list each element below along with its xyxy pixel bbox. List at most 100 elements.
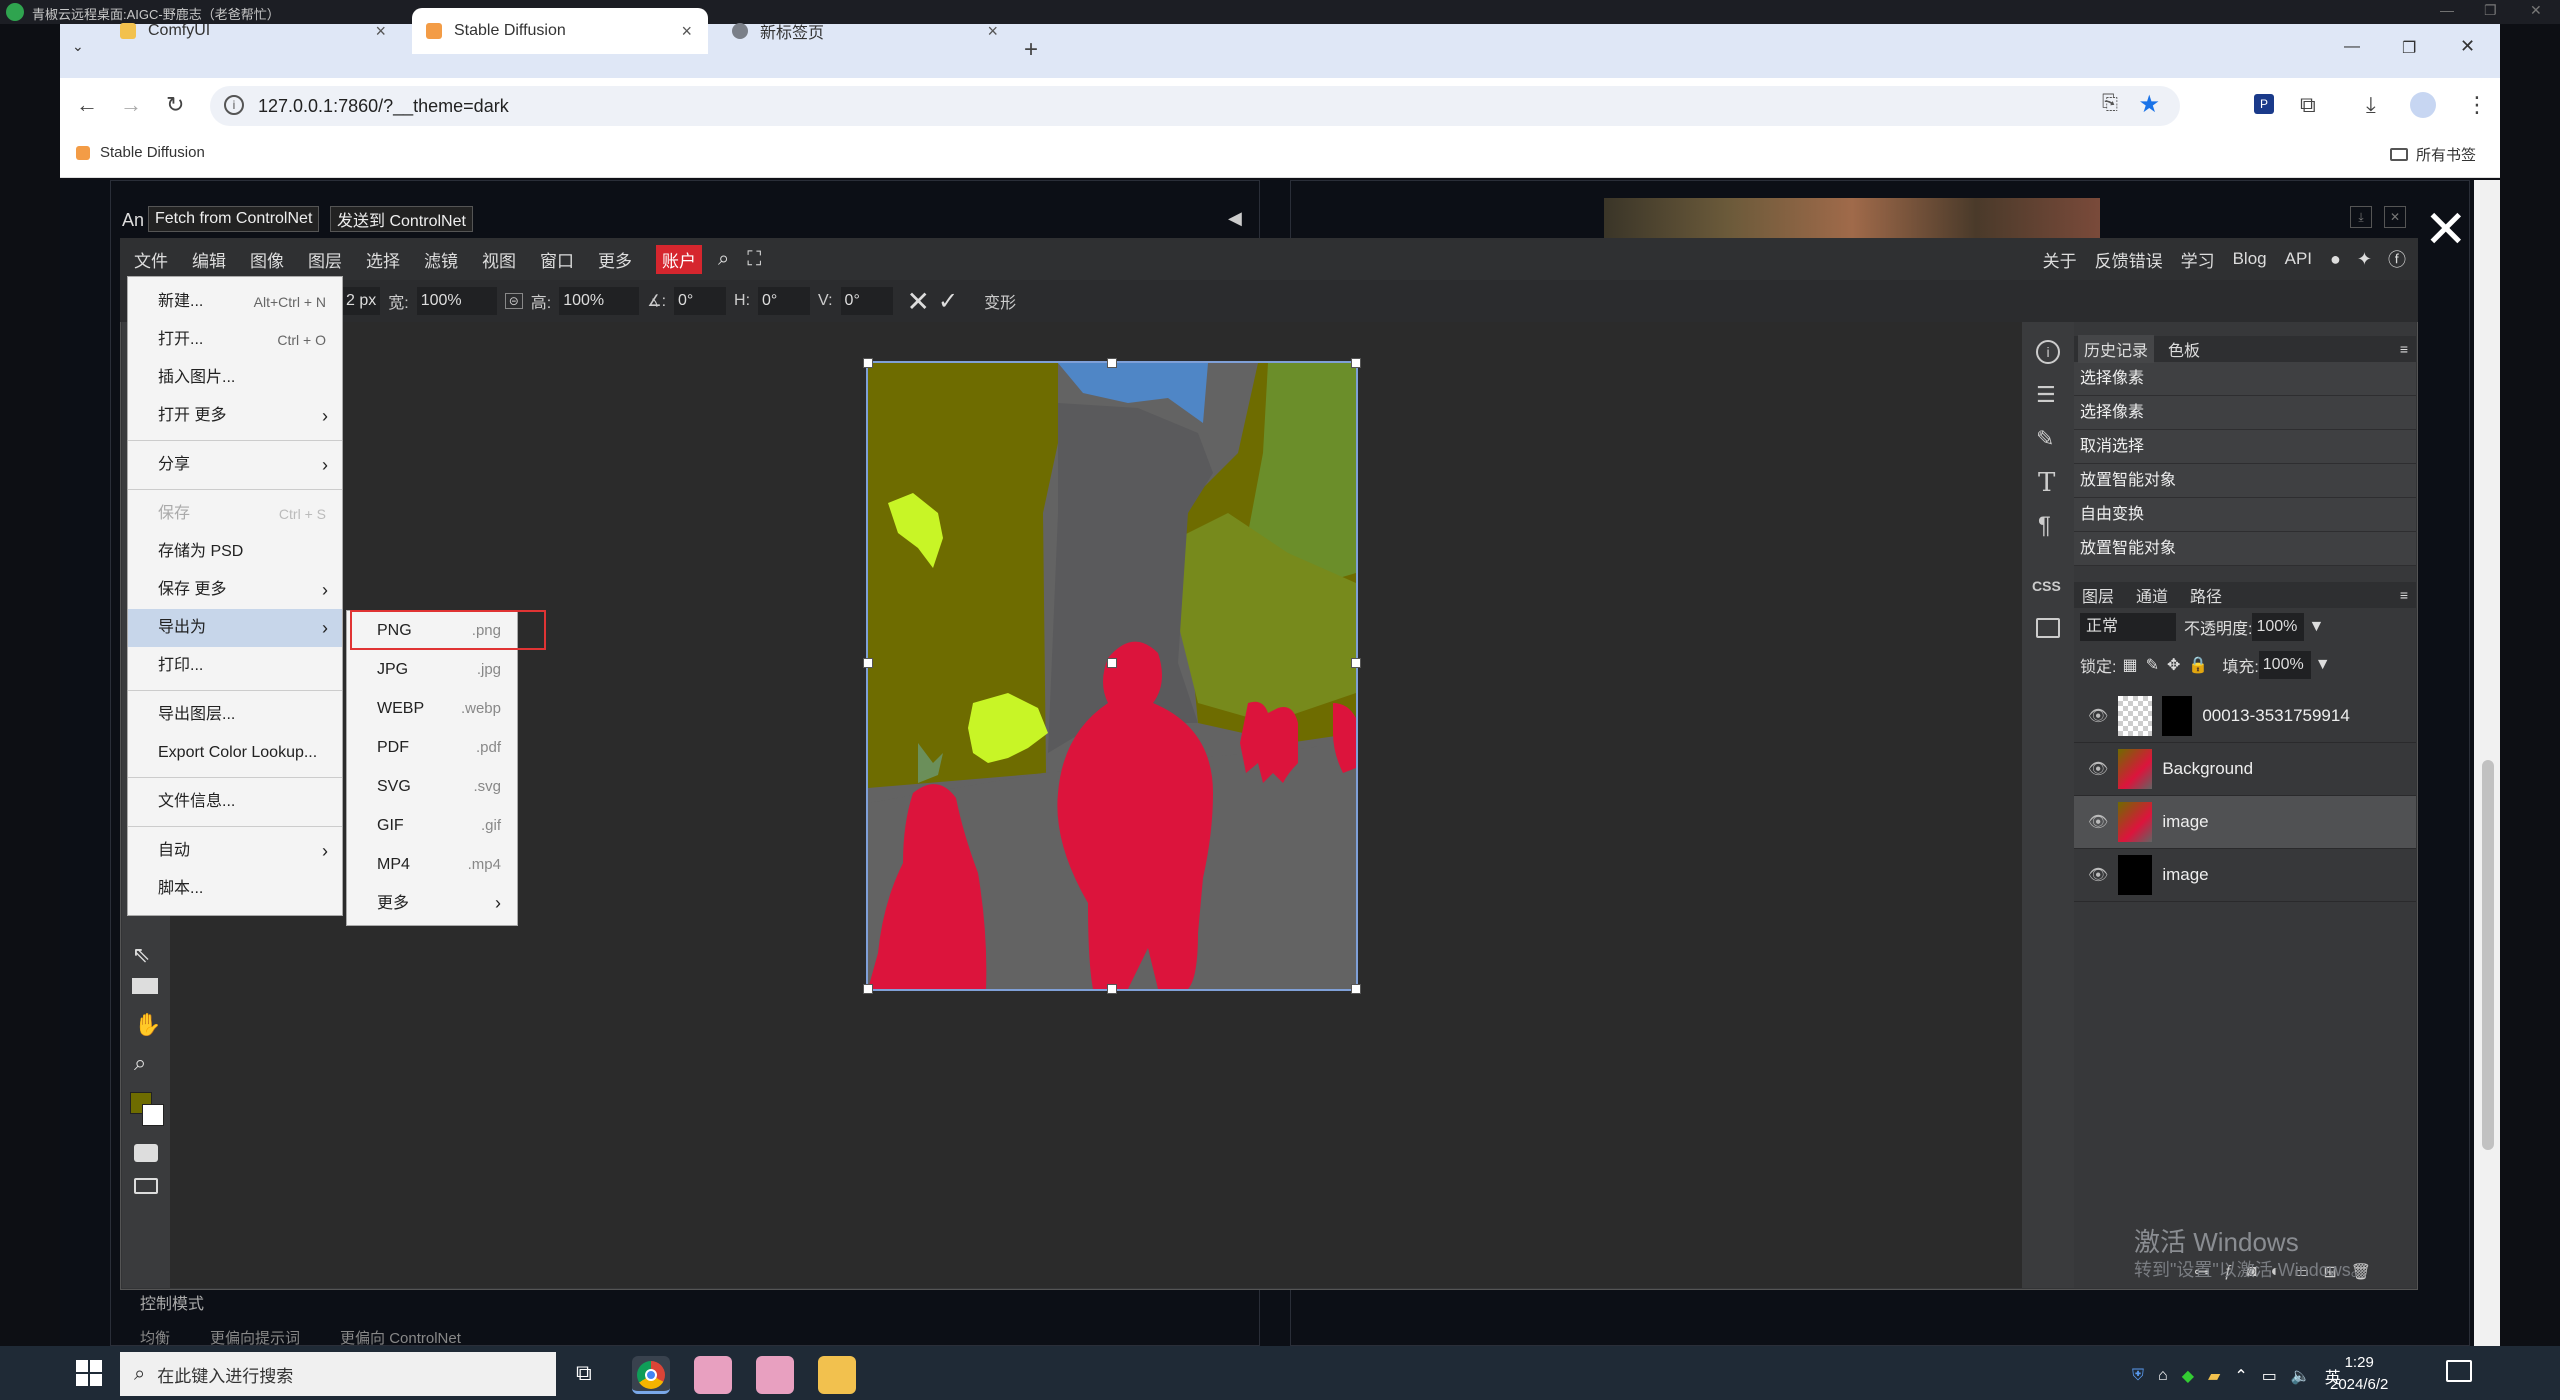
- tab-close-icon[interactable]: ×: [375, 21, 386, 42]
- layer-row[interactable]: 👁 image: [2074, 849, 2416, 902]
- facebook-icon[interactable]: ⓕ: [2388, 246, 2406, 272]
- tab-history[interactable]: 历史记录: [2078, 335, 2155, 363]
- width-input[interactable]: 100%: [416, 287, 497, 315]
- link-feedback[interactable]: 反馈错误: [2095, 247, 2163, 272]
- transform-handle-br[interactable]: [1351, 984, 1361, 994]
- usb-icon[interactable]: ⌂: [2158, 1367, 2168, 1385]
- css-icon[interactable]: CSS: [2032, 578, 2061, 594]
- file-explorer-icon[interactable]: [818, 1356, 856, 1394]
- hskew-input[interactable]: 0°: [758, 287, 811, 315]
- visibility-eye-icon[interactable]: 👁: [2088, 812, 2108, 832]
- menu-filter[interactable]: 滤镜: [424, 247, 458, 272]
- minimize-icon[interactable]: —: [2440, 2, 2454, 18]
- brush-icon[interactable]: ✎: [2036, 426, 2054, 452]
- export-svg[interactable]: SVG .svg: [347, 767, 517, 806]
- export-jpg[interactable]: JPG .jpg: [347, 650, 517, 689]
- panel-menu-icon[interactable]: ≡: [2400, 341, 2408, 357]
- transform-handle-mr[interactable]: [1351, 658, 1361, 668]
- menu-item-save-psd[interactable]: 存储为 PSD: [128, 533, 342, 571]
- blend-mode-select[interactable]: 正常: [2080, 613, 2176, 641]
- send-to-controlnet-button[interactable]: 发送到 ControlNet: [330, 206, 473, 232]
- menu-item-script[interactable]: 脚本...: [128, 870, 342, 908]
- back-icon[interactable]: ←: [76, 92, 98, 118]
- transform-handle-tc[interactable]: [1107, 358, 1117, 368]
- opacity-dropdown-icon[interactable]: ▼: [2308, 618, 2324, 636]
- browser-minimize-icon[interactable]: —: [2344, 38, 2360, 56]
- menu-item-save[interactable]: 保存 Ctrl + S: [128, 495, 342, 533]
- chevron-up-icon[interactable]: ⌃: [2234, 1366, 2247, 1386]
- menu-item-open[interactable]: 打开... Ctrl + O: [128, 321, 342, 359]
- control-option-controlnet[interactable]: 更偏向 ControlNet: [340, 1328, 461, 1347]
- menu-item-save-more[interactable]: 保存 更多 ›: [128, 571, 342, 609]
- menu-item-export-as[interactable]: 导出为 ›: [128, 609, 342, 647]
- info-icon[interactable]: i: [2036, 340, 2060, 364]
- fetch-from-controlnet-button[interactable]: Fetch from ControlNet: [148, 206, 320, 232]
- menu-image[interactable]: 图像: [250, 247, 284, 272]
- history-item[interactable]: 放置智能对象: [2074, 464, 2416, 498]
- fullscreen-icon[interactable]: ⛶: [747, 248, 761, 271]
- all-bookmarks[interactable]: 所有书签: [2390, 144, 2476, 165]
- close-small-icon[interactable]: ✕: [2384, 206, 2406, 228]
- lock-icons[interactable]: ▦✎✥🔒: [2122, 655, 2216, 675]
- layer-row[interactable]: 👁 Background: [2074, 743, 2416, 796]
- tab-close-icon[interactable]: ×: [681, 21, 692, 42]
- network-app-icon[interactable]: ◆: [2182, 1366, 2194, 1386]
- menu-item-share[interactable]: 分享 ›: [128, 446, 342, 484]
- layer-row[interactable]: 👁 00013-3531759914: [2074, 690, 2416, 743]
- tab-layers[interactable]: 图层: [2082, 583, 2114, 607]
- export-more[interactable]: 更多 ›: [347, 884, 517, 923]
- new-tab-button[interactable]: +: [1024, 36, 1038, 64]
- taskbar-clock[interactable]: 1:29 2024/6/2: [2330, 1352, 2388, 1396]
- menu-window[interactable]: 窗口: [540, 247, 574, 272]
- translate-icon[interactable]: ⎘: [2102, 92, 2118, 115]
- history-item[interactable]: 选择像素: [2074, 396, 2416, 430]
- tab-paths[interactable]: 路径: [2190, 583, 2222, 607]
- link-about[interactable]: 关于: [2043, 247, 2077, 272]
- menu-item-print[interactable]: 打印...: [128, 647, 342, 685]
- height-input[interactable]: 100%: [559, 287, 640, 315]
- menu-file[interactable]: 文件: [134, 247, 168, 272]
- profile-avatar[interactable]: [2410, 92, 2436, 118]
- keyboard-icon[interactable]: [134, 1178, 158, 1194]
- app-taskbar-icon-1[interactable]: [694, 1356, 732, 1394]
- export-pdf[interactable]: PDF .pdf: [347, 728, 517, 767]
- taskbar-search-box[interactable]: ⌕ 在此键入进行搜索: [120, 1352, 556, 1396]
- menu-item-automate[interactable]: 自动 ›: [128, 832, 342, 870]
- link-api[interactable]: API: [2285, 249, 2312, 269]
- tab-stable-diffusion[interactable]: Stable Diffusion ×: [412, 8, 708, 54]
- background-color-swatch[interactable]: [142, 1104, 164, 1126]
- transform-handle-tl[interactable]: [863, 358, 873, 368]
- volume-icon[interactable]: 🔈: [2291, 1366, 2311, 1386]
- direct-select-tool-icon[interactable]: ⇖: [132, 942, 150, 968]
- close-icon[interactable]: ✕: [2530, 2, 2542, 19]
- commit-transform-icon[interactable]: ✓: [938, 287, 958, 316]
- page-scrollbar-thumb[interactable]: [2482, 760, 2494, 1150]
- warp-label[interactable]: 变形: [984, 289, 1016, 313]
- panel-menu-icon[interactable]: ≡: [2400, 587, 2408, 603]
- export-mp4[interactable]: MP4 .mp4: [347, 845, 517, 884]
- quick-mask-icon[interactable]: [134, 1144, 158, 1162]
- tab-new-tab-page[interactable]: 新标签页 ×: [718, 8, 1014, 54]
- cancel-transform-icon[interactable]: ✕: [907, 285, 930, 318]
- vskew-input[interactable]: 0°: [840, 287, 893, 315]
- folder-tray-icon[interactable]: ▰: [2208, 1366, 2220, 1386]
- menu-item-open-more[interactable]: 打开 更多 ›: [128, 397, 342, 435]
- menu-edit[interactable]: 编辑: [192, 247, 226, 272]
- task-view-icon[interactable]: ⧉: [576, 1360, 592, 1386]
- app-taskbar-icon-2[interactable]: [756, 1356, 794, 1394]
- browser-restore-icon[interactable]: ❐: [2402, 38, 2416, 58]
- extensions-puzzle-icon[interactable]: ⧉: [2300, 92, 2316, 118]
- image-icon[interactable]: [2036, 618, 2060, 638]
- layer-row-selected[interactable]: 👁 image: [2074, 796, 2416, 849]
- bookmark-star-icon[interactable]: ★: [2138, 90, 2160, 119]
- tab-close-icon[interactable]: ×: [987, 21, 998, 42]
- network-icon[interactable]: ▭: [2262, 1366, 2277, 1386]
- forward-icon[interactable]: →: [120, 92, 142, 118]
- menu-more[interactable]: 更多: [598, 247, 632, 272]
- visibility-eye-icon[interactable]: 👁: [2088, 759, 2108, 779]
- link-learn[interactable]: 学习: [2181, 247, 2215, 272]
- angle-input[interactable]: 0°: [674, 287, 727, 315]
- control-option-balanced[interactable]: 均衡: [140, 1328, 170, 1347]
- fill-input[interactable]: 100%: [2258, 651, 2311, 679]
- transform-handle-bc[interactable]: [1107, 984, 1117, 994]
